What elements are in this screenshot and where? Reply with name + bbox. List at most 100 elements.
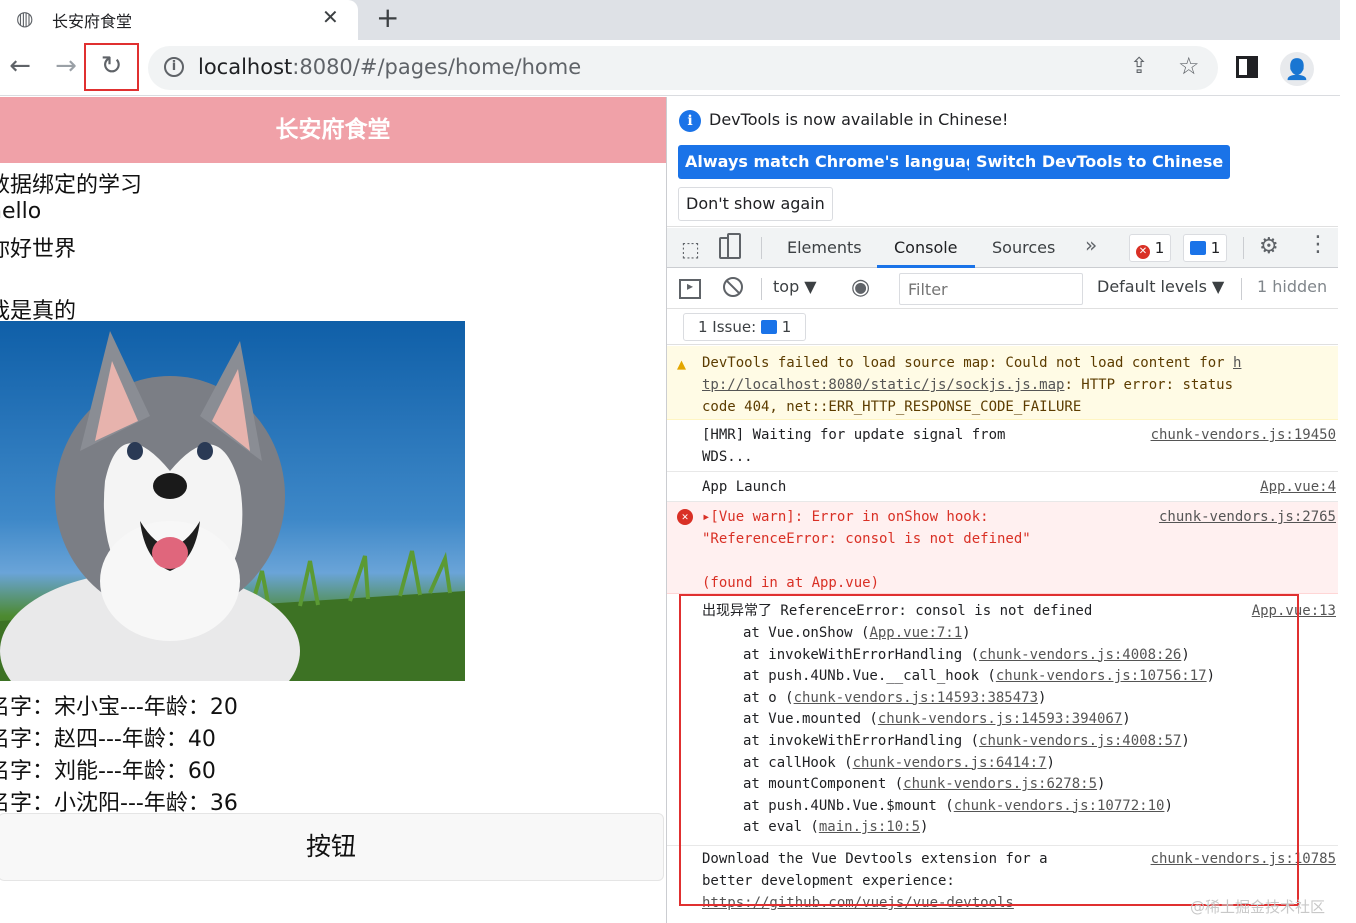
stack-frame-text: at push.4UNb.Vue.__call_hook (	[743, 668, 996, 685]
log-text: better development experience:	[702, 873, 955, 889]
share-icon[interactable]: ⇪	[1130, 54, 1148, 79]
tab-elements[interactable]: Elements	[787, 228, 862, 268]
log-text: [HMR] Waiting for update signal from	[702, 427, 1006, 443]
source-link[interactable]: App.vue:13	[1252, 600, 1336, 622]
stack-frame-text: at callHook (	[743, 754, 853, 771]
url-host: localhost	[198, 55, 293, 79]
husky-dog-image	[0, 321, 465, 681]
message-icon	[1190, 241, 1206, 255]
more-options-icon[interactable]: ⋮	[1307, 232, 1329, 257]
gear-icon[interactable]: ⚙	[1259, 234, 1279, 259]
dont-show-again-button[interactable]: Don't show again	[678, 187, 833, 221]
stack-frame-text: )	[1164, 797, 1173, 814]
console-error[interactable]: ✕ ▸[Vue warn]: Error in onShow hook: "Re…	[667, 502, 1338, 594]
source-link[interactable]: chunk-vendors.js:10785	[1151, 848, 1336, 870]
match-language-button[interactable]: Always match Chrome's language	[678, 145, 996, 179]
eye-icon[interactable]: ◉	[851, 275, 870, 300]
url-text[interactable]: localhost:8080/#/pages/home/home	[198, 55, 581, 79]
stack-frame-link[interactable]: chunk-vendors.js:10772:10	[954, 798, 1165, 814]
issues-count: 1	[781, 318, 792, 336]
star-icon[interactable]: ☆	[1178, 52, 1200, 80]
watermark: @稀土掘金技术社区	[1190, 898, 1326, 916]
log-text: Download the Vue Devtools extension for …	[702, 851, 1048, 867]
divider	[1241, 278, 1242, 300]
page-button[interactable]: 按钮	[0, 813, 664, 881]
stack-frame: at invokeWithErrorHandling (chunk-vendor…	[743, 730, 1190, 752]
stack-frame: at push.4UNb.Vue.$mount (chunk-vendors.j…	[743, 795, 1173, 817]
context-select[interactable]: top ▼	[773, 277, 817, 296]
stack-frame-link[interactable]: chunk-vendors.js:6414:7	[853, 755, 1047, 771]
warning-text: DevTools failed to load source map: Coul…	[702, 355, 1234, 371]
divider	[761, 278, 762, 300]
switch-language-button[interactable]: Switch DevTools to Chinese	[969, 145, 1231, 179]
filter-input[interactable]	[899, 273, 1083, 305]
issues-label: 1 Issue:	[698, 318, 757, 336]
devtools-tab-bar: ⬚ Elements Console Sources » ✕ 1 1 ⚙ ⋮	[667, 228, 1338, 268]
console-sidebar-icon[interactable]	[679, 279, 701, 299]
back-arrow-icon[interactable]: ←	[2, 48, 38, 84]
source-link[interactable]: chunk-vendors.js:19450	[1151, 424, 1336, 446]
person-line: 名字：宋小宝---年龄：20	[0, 695, 238, 720]
stack-frame-text: at mountComponent (	[743, 776, 904, 793]
text-line: hello	[0, 199, 42, 224]
stack-frame-link[interactable]: chunk-vendors.js:6278:5	[903, 776, 1097, 792]
error-icon: ✕	[677, 509, 693, 525]
console-log: App Launch App.vue:4	[667, 472, 1338, 502]
stack-frame-link[interactable]: App.vue:7:1	[869, 625, 962, 641]
tab-sources[interactable]: Sources	[992, 228, 1055, 268]
stack-frame-text: at invokeWithErrorHandling (	[743, 646, 980, 663]
husky-illustration	[0, 331, 465, 681]
stack-frame-link[interactable]: chunk-vendors.js:4008:57	[979, 733, 1181, 749]
inspect-element-icon[interactable]: ⬚	[681, 237, 700, 261]
clear-console-icon[interactable]	[723, 277, 743, 297]
page-nav-title: 长安府食堂	[0, 97, 666, 163]
stack-frame-link[interactable]: chunk-vendors.js:10756:17	[996, 668, 1207, 684]
stack-frame-text: )	[920, 819, 929, 836]
stack-frame: at eval (main.js:10:5)	[743, 816, 928, 838]
error-count-badge[interactable]: ✕ 1	[1129, 234, 1172, 262]
vue-devtools-link[interactable]: https://github.com/vuejs/vue-devtools	[702, 892, 1014, 914]
stack-frame: at Vue.mounted (chunk-vendors.js:14593:3…	[743, 708, 1131, 730]
source-link[interactable]: App.vue:4	[1260, 476, 1336, 498]
new-tab-icon[interactable]: +	[376, 1, 399, 34]
reload-icon[interactable]: ↻	[84, 43, 139, 91]
source-map-link[interactable]: h	[1233, 355, 1241, 371]
log-text: App Launch	[702, 479, 787, 495]
stack-frame-text: )	[1097, 776, 1106, 793]
warning-text: code 404, net::ERR_HTTP_RESPONSE_CODE_FA…	[702, 399, 1082, 415]
stack-frame-link[interactable]: main.js:10:5	[819, 819, 920, 835]
exception-label: 出现异常了	[702, 603, 772, 619]
more-tabs-icon[interactable]: »	[1085, 233, 1097, 257]
forward-arrow-icon[interactable]: →	[48, 48, 84, 84]
console-messages: ▲ DevTools failed to load source map: Co…	[667, 346, 1338, 923]
source-map-link[interactable]: tp://localhost:8080/static/js/sockjs.js.…	[702, 377, 1064, 393]
stack-frame-link[interactable]: chunk-vendors.js:4008:26	[979, 647, 1181, 663]
stack-frame-link[interactable]: chunk-vendors.js:14593:385473	[794, 690, 1038, 706]
context-value: top	[773, 277, 800, 296]
stack-frame-text: at push.4UNb.Vue.$mount (	[743, 797, 954, 814]
message-count-badge[interactable]: 1	[1183, 234, 1228, 262]
browser-tab[interactable]: ◍ 长安府食堂 ✕	[0, 0, 358, 40]
log-text: WDS...	[702, 449, 753, 465]
stack-frame-link[interactable]: chunk-vendors.js:14593:394067	[878, 711, 1122, 727]
source-link[interactable]: chunk-vendors.js:2765	[1159, 506, 1336, 528]
issues-button[interactable]: 1 Issue: 1	[683, 313, 807, 341]
stack-frame-text: )	[962, 625, 971, 641]
info-icon: i	[679, 110, 701, 132]
message-count: 1	[1210, 239, 1221, 257]
close-icon[interactable]: ✕	[322, 5, 339, 29]
stack-frame-text: at eval (	[743, 819, 819, 836]
side-panel-icon[interactable]	[1236, 56, 1258, 78]
stack-frame: at push.4UNb.Vue.__call_hook (chunk-vend…	[743, 665, 1215, 687]
site-info-icon[interactable]: i	[164, 57, 184, 77]
stack-frame: at Vue.onShow (App.vue:7:1)	[743, 622, 971, 644]
log-levels-select[interactable]: Default levels ▼	[1097, 277, 1224, 296]
divider	[761, 237, 762, 259]
tab-console[interactable]: Console	[877, 228, 975, 268]
address-bar[interactable]: i localhost:8080/#/pages/home/home ⇪ ☆	[148, 46, 1218, 90]
person-line: 名字：刘能---年龄：60	[0, 759, 216, 784]
stack-frame: at callHook (chunk-vendors.js:6414:7)	[743, 752, 1055, 774]
profile-icon[interactable]: 👤	[1280, 52, 1314, 86]
device-toolbar-icon[interactable]	[719, 233, 741, 259]
text-line: 数据绑定的学习	[0, 173, 143, 198]
